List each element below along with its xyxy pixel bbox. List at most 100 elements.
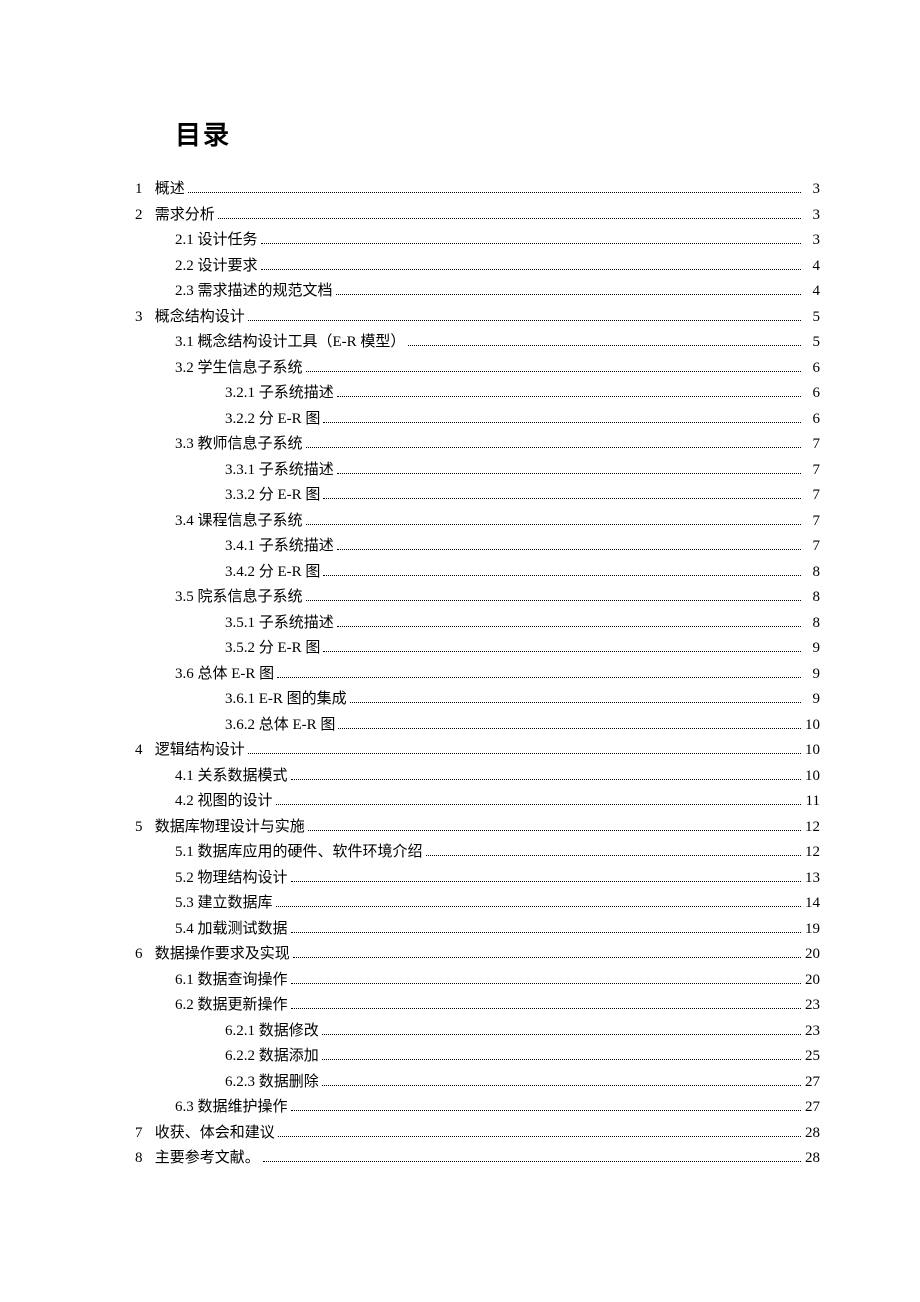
toc-entry-page: 3 xyxy=(804,177,820,203)
toc-leader-dots xyxy=(291,983,801,984)
toc-entry: 6.2.3 数据删除27 xyxy=(135,1070,820,1096)
toc-entry-label: 4 逻辑结构设计 xyxy=(135,738,245,764)
toc-entry-label: 3.4 课程信息子系统 xyxy=(175,509,303,535)
toc-entry: 5.2 物理结构设计13 xyxy=(135,866,820,892)
toc-entry-text: 数据查询操作 xyxy=(198,972,288,988)
toc-leader-dots xyxy=(350,702,801,703)
toc-entry-label: 6.1 数据查询操作 xyxy=(175,968,288,994)
toc-entry-number: 5.2 xyxy=(175,870,194,886)
toc-entry-page: 5 xyxy=(804,330,820,356)
toc-entry-text: 概念结构设计工具（E-R 模型） xyxy=(198,334,406,350)
toc-leader-dots xyxy=(263,1161,801,1162)
toc-entry: 4.1 关系数据模式10 xyxy=(135,764,820,790)
toc-entry-text: 数据修改 xyxy=(259,1023,319,1039)
toc-entry-label: 2.3 需求描述的规范文档 xyxy=(175,279,333,305)
toc-entry-text: 数据更新操作 xyxy=(198,997,288,1013)
toc-entry-label: 6.2 数据更新操作 xyxy=(175,993,288,1019)
toc-entry-page: 28 xyxy=(804,1121,820,1147)
toc-entry-label: 5.3 建立数据库 xyxy=(175,891,273,917)
toc-entry-page: 10 xyxy=(804,713,820,739)
toc-entry: 6.2.1 数据修改 23 xyxy=(135,1019,820,1045)
toc-entry-page: 11 xyxy=(804,789,820,815)
toc-entry: 8 主要参考文献。28 xyxy=(135,1146,820,1172)
toc-entry-text: 设计要求 xyxy=(198,258,258,274)
toc-entry: 6.3 数据维护操作 27 xyxy=(135,1095,820,1121)
toc-entry-page: 3 xyxy=(804,203,820,229)
toc-entry-text: 数据库物理设计与实施 xyxy=(155,819,305,835)
toc-entry-label: 6.2.1 数据修改 xyxy=(225,1019,319,1045)
toc-entry-page: 5 xyxy=(804,305,820,331)
toc-entry-text: 数据添加 xyxy=(259,1048,319,1064)
toc-entry-number: 4.2 xyxy=(175,793,194,809)
toc-entry-page: 27 xyxy=(804,1095,820,1121)
toc-entry-number: 6.2.2 xyxy=(225,1048,255,1064)
toc-entry-text: 数据维护操作 xyxy=(198,1099,288,1115)
toc-entry-page: 8 xyxy=(804,585,820,611)
toc-entry-number: 6.2.1 xyxy=(225,1023,255,1039)
toc-title: 目录 xyxy=(175,115,820,152)
toc-entry-page: 7 xyxy=(804,483,820,509)
toc-entry-text: 子系统描述 xyxy=(259,615,334,631)
toc-entry-page: 23 xyxy=(804,1019,820,1045)
toc-entry-page: 4 xyxy=(804,254,820,280)
toc-entry-label: 3.6.2 总体 E-R 图 xyxy=(225,713,335,739)
toc-entry: 5.3 建立数据库14 xyxy=(135,891,820,917)
toc-entry-page: 8 xyxy=(804,560,820,586)
toc-entry-page: 20 xyxy=(804,968,820,994)
toc-entry-page: 20 xyxy=(804,942,820,968)
toc-entry-label: 5.2 物理结构设计 xyxy=(175,866,288,892)
toc-leader-dots xyxy=(306,447,801,448)
toc-leader-dots xyxy=(291,881,801,882)
toc-entry-number: 8 xyxy=(135,1146,151,1172)
toc-entry: 6 数据操作要求及实现20 xyxy=(135,942,820,968)
toc-leader-dots xyxy=(426,855,801,856)
toc-entry-number: 7 xyxy=(135,1121,151,1147)
toc-leader-dots xyxy=(323,498,801,499)
toc-leader-dots xyxy=(323,422,801,423)
toc-entry-label: 3.5.1 子系统描述 xyxy=(225,611,334,637)
toc-leader-dots xyxy=(306,600,801,601)
toc-entry-text: 主要参考文献。 xyxy=(155,1150,260,1166)
toc-entry-text: 学生信息子系统 xyxy=(198,360,303,376)
toc-entry: 3.3.1 子系统描述7 xyxy=(135,458,820,484)
toc-entry-number: 3.4.2 xyxy=(225,564,255,580)
toc-entry: 2.2 设计要求 4 xyxy=(135,254,820,280)
toc-entry: 3.4 课程信息子系统 7 xyxy=(135,509,820,535)
toc-entry-page: 7 xyxy=(804,509,820,535)
toc-entry-label: 3.6 总体 E-R 图 xyxy=(175,662,274,688)
toc-entry: 3.2 学生信息子系统6 xyxy=(135,356,820,382)
toc-leader-dots xyxy=(218,218,801,219)
toc-entry: 3.4.2 分 E-R 图 8 xyxy=(135,560,820,586)
toc-entry-page: 9 xyxy=(804,662,820,688)
toc-entry-text: 子系统描述 xyxy=(259,385,334,401)
toc-entry-number: 3.3.1 xyxy=(225,462,255,478)
toc-entry: 3 概念结构设计5 xyxy=(135,305,820,331)
toc-entry-label: 5.1 数据库应用的硬件、软件环境介绍 xyxy=(175,840,423,866)
toc-leader-dots xyxy=(291,932,801,933)
toc-entry-page: 6 xyxy=(804,356,820,382)
toc-entry-label: 2.2 设计要求 xyxy=(175,254,258,280)
toc-entry-number: 3.3.2 xyxy=(225,487,255,503)
toc-entry: 2 需求分析3 xyxy=(135,203,820,229)
toc-entry-label: 5 数据库物理设计与实施 xyxy=(135,815,305,841)
toc-leader-dots xyxy=(261,243,801,244)
toc-leader-dots xyxy=(291,1008,801,1009)
toc-entry-label: 4.2 视图的设计 xyxy=(175,789,273,815)
toc-entry-page: 10 xyxy=(804,764,820,790)
toc-entry-text: 总体 E-R 图 xyxy=(259,717,336,733)
table-of-contents: 1 概述32 需求分析32.1 设计任务32.2 设计要求42.3 需求描述的规… xyxy=(135,177,820,1172)
toc-entry: 3.1 概念结构设计工具（E-R 模型）5 xyxy=(135,330,820,356)
toc-entry: 5.1 数据库应用的硬件、软件环境介绍 12 xyxy=(135,840,820,866)
toc-entry-page: 12 xyxy=(804,840,820,866)
toc-leader-dots xyxy=(337,473,801,474)
toc-entry-number: 3.6 xyxy=(175,666,194,682)
toc-entry-number: 6.2.3 xyxy=(225,1074,255,1090)
toc-leader-dots xyxy=(337,396,801,397)
toc-entry-label: 6.3 数据维护操作 xyxy=(175,1095,288,1121)
toc-entry-page: 9 xyxy=(804,636,820,662)
toc-entry-label: 3.3.1 子系统描述 xyxy=(225,458,334,484)
toc-entry-label: 3.5 院系信息子系统 xyxy=(175,585,303,611)
toc-entry-text: 分 E-R 图 xyxy=(259,564,321,580)
toc-entry: 3.2.1 子系统描述6 xyxy=(135,381,820,407)
toc-entry: 3.3 教师信息子系统7 xyxy=(135,432,820,458)
